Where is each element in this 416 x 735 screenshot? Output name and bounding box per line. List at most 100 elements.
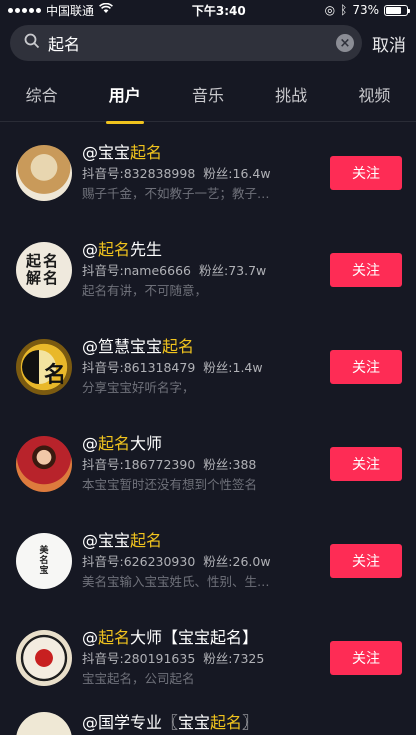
tab-challenge[interactable]: 挑战 — [271, 76, 311, 112]
fans-count: 粉丝:26.0w — [203, 554, 271, 569]
name-prefix: @宝宝 — [82, 143, 131, 162]
avatar-text: 名 — [43, 361, 66, 388]
user-name: @宝宝起名 — [82, 142, 322, 164]
tab-video[interactable]: 视频 — [354, 76, 394, 112]
user-meta: 抖音号:280191635 粉丝:7325 — [82, 649, 322, 669]
tab-music[interactable]: 音乐 — [188, 76, 228, 112]
name-prefix: @ — [82, 240, 98, 259]
avatar-text: 起名解名 — [26, 251, 61, 287]
user-info: @笪慧宝宝起名 抖音号:861318479 粉丝:1.4w 分享宝宝好听名字， — [82, 336, 322, 397]
user-info: @起名先生 抖音号:name6666 粉丝:73.7w 起名有讲，不可随意， — [82, 239, 322, 300]
search-icon — [24, 33, 40, 53]
name-prefix: @宝宝 — [82, 531, 131, 550]
user-meta: 抖音号:name6666 粉丝:73.7w — [82, 261, 322, 281]
name-highlight: 起名 — [210, 713, 243, 732]
user-meta: 抖音号:186772390 粉丝:388 — [82, 455, 322, 475]
douyin-id: 抖音号:626230930 — [82, 554, 196, 569]
user-meta: 抖音号:832838998 粉丝:16.4w — [82, 164, 322, 184]
cancel-button[interactable]: 取消 — [370, 31, 406, 56]
name-suffix: 〗 — [242, 713, 259, 732]
clear-icon[interactable]: × — [336, 34, 354, 52]
user-info: @国学专业〖宝宝起名〗 — [82, 712, 402, 734]
user-info: @起名大师 抖音号:186772390 粉丝:388 本宝宝暂时还没有想到个性签名 — [82, 433, 322, 494]
follow-button[interactable]: 关注 — [330, 252, 402, 287]
name-prefix: @笪慧宝宝 — [82, 337, 163, 356]
tab-bar: 综合 用户 音乐 挑战 视频 — [0, 66, 416, 122]
name-highlight: 起名 — [162, 337, 195, 356]
user-row[interactable]: 名 @笪慧宝宝起名 抖音号:861318479 粉丝:1.4w 分享宝宝好听名字，… — [0, 318, 416, 415]
follow-button[interactable]: 关注 — [330, 640, 402, 675]
avatar[interactable] — [16, 712, 72, 735]
name-prefix: @ — [82, 628, 98, 647]
battery-icon — [383, 4, 410, 16]
orientation-lock-icon: ◎ — [324, 3, 336, 17]
douyin-id: 抖音号:832838998 — [82, 166, 196, 181]
follow-button[interactable]: 关注 — [330, 446, 402, 481]
follow-button[interactable]: 关注 — [330, 155, 402, 190]
user-bio: 分享宝宝好听名字， — [82, 380, 195, 395]
name-highlight: 起名 — [130, 531, 163, 550]
name-suffix: 先生 — [130, 240, 163, 259]
user-bio: 宝宝起名，公司起名 — [82, 671, 195, 686]
fans-count: 粉丝:16.4w — [203, 166, 271, 181]
user-bio: 本宝宝暂时还没有想到个性签名 — [82, 477, 258, 492]
battery-label: 73% — [352, 3, 379, 17]
fans-count: 粉丝:7325 — [203, 651, 265, 666]
user-name: @笪慧宝宝起名 — [82, 336, 322, 358]
avatar[interactable]: 名 — [16, 338, 72, 395]
user-bio: 起名有讲，不可随意， — [82, 283, 208, 298]
status-bar: 中国联通 下午3:40 ◎ ᛒ 73% — [0, 0, 416, 20]
carrier-label: 中国联通 — [46, 3, 95, 18]
douyin-id: 抖音号:name6666 — [82, 263, 191, 278]
name-highlight: 起名 — [130, 143, 163, 162]
avatar-calligraphy: 起名解名 — [26, 251, 62, 287]
user-meta: 抖音号:861318479 粉丝:1.4w — [82, 358, 322, 378]
user-meta: 抖音号:626230930 粉丝:26.0w — [82, 552, 322, 572]
user-list: @宝宝起名 抖音号:832838998 粉丝:16.4w 赐子千金，不如教子一艺；… — [0, 122, 416, 735]
user-name: @国学专业〖宝宝起名〗 — [82, 712, 402, 734]
search-row: × 取消 — [0, 20, 416, 66]
user-name: @起名大师【宝宝起名】 — [82, 627, 322, 649]
user-info: @起名大师【宝宝起名】 抖音号:280191635 粉丝:7325 宝宝起名，公司… — [82, 627, 322, 688]
name-suffix: 大师【宝宝起名】 — [130, 628, 259, 647]
clock-label: 下午3:40 — [191, 3, 246, 18]
name-highlight: 起名 — [98, 628, 131, 647]
user-row[interactable]: 美名宝 @宝宝起名 抖音号:626230930 粉丝:26.0w 美名宝输入宝宝姓… — [0, 512, 416, 609]
wifi-icon — [99, 2, 113, 17]
search-input[interactable] — [48, 33, 328, 53]
status-right: ◎ ᛒ 73% — [324, 3, 410, 17]
name-highlight: 起名 — [98, 240, 131, 259]
user-info: @宝宝起名 抖音号:626230930 粉丝:26.0w 美名宝输入宝宝姓氏、性别… — [82, 530, 322, 591]
tab-users[interactable]: 用户 — [105, 76, 145, 112]
name-prefix: @国学专业〖宝宝 — [82, 713, 211, 732]
avatar[interactable]: 起名解名 — [16, 241, 72, 298]
search-box[interactable]: × — [10, 25, 362, 61]
douyin-id: 抖音号:280191635 — [82, 651, 196, 666]
user-row[interactable]: 起名解名 @起名先生 抖音号:name6666 粉丝:73.7w 起名有讲，不可随… — [0, 221, 416, 318]
avatar[interactable]: 美名宝 — [16, 532, 72, 589]
fans-count: 粉丝:1.4w — [203, 360, 263, 375]
battery-fill — [385, 6, 401, 14]
name-suffix: 大师 — [130, 434, 163, 453]
douyin-id: 抖音号:186772390 — [82, 457, 196, 472]
fans-count: 粉丝:73.7w — [198, 263, 267, 278]
user-bio: 赐子千金，不如教子一艺；教子… — [82, 186, 270, 201]
user-name: @宝宝起名 — [82, 530, 322, 552]
user-row[interactable]: @起名大师【宝宝起名】 抖音号:280191635 粉丝:7325 宝宝起名，公司… — [0, 609, 416, 706]
avatar-text: 美名宝 — [39, 545, 49, 576]
douyin-id: 抖音号:861318479 — [82, 360, 196, 375]
fans-count: 粉丝:388 — [203, 457, 257, 472]
avatar[interactable] — [16, 629, 72, 686]
user-row[interactable]: @起名大师 抖音号:186772390 粉丝:388 本宝宝暂时还没有想到个性签名… — [0, 415, 416, 512]
name-prefix: @ — [82, 434, 98, 453]
avatar[interactable] — [16, 144, 72, 201]
tab-general[interactable]: 综合 — [22, 76, 62, 112]
bluetooth-icon: ᛒ — [340, 3, 348, 17]
follow-button[interactable]: 关注 — [330, 349, 402, 384]
follow-button[interactable]: 关注 — [330, 543, 402, 578]
status-left: 中国联通 — [8, 2, 113, 19]
user-row[interactable]: @宝宝起名 抖音号:832838998 粉丝:16.4w 赐子千金，不如教子一艺；… — [0, 124, 416, 221]
user-row[interactable]: @国学专业〖宝宝起名〗 — [0, 706, 416, 735]
avatar[interactable] — [16, 435, 72, 492]
user-name: @起名大师 — [82, 433, 322, 455]
